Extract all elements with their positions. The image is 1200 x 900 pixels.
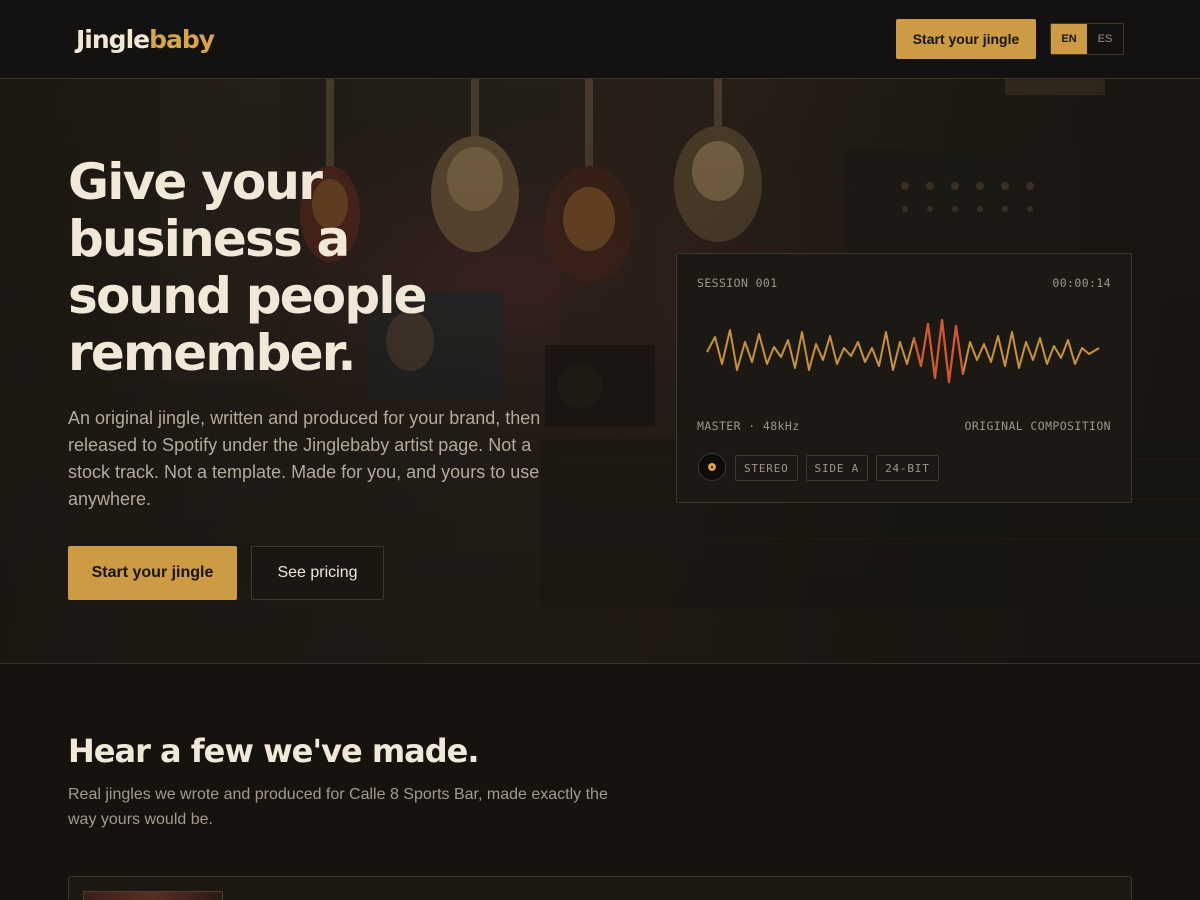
lang-es-button[interactable]: ES [1087,24,1123,54]
session-timecode: 00:00:14 [1052,276,1111,290]
see-pricing-button[interactable]: See pricing [251,546,384,600]
logo-part-1: Jingle [76,25,150,54]
tag-side-a: SIDE A [805,455,869,481]
waveform-graphic [706,318,1100,384]
logo[interactable]: Jinglebaby [76,24,215,56]
composition-label: ORIGINAL COMPOSITION [964,419,1111,433]
waveform-line [706,319,1100,383]
format-tags: STEREO SIDE A 24-BIT [735,455,939,481]
jingle-player-card [68,876,1132,900]
hero-title: Give your business a sound people rememb… [68,153,428,382]
master-format: MASTER · 48kHz [697,419,800,433]
examples-subtitle: Real jingles we wrote and produced for C… [68,786,608,828]
session-card: SESSION 001 00:00:14 MASTER · 48kHz ORIG… [676,253,1132,503]
start-jingle-button[interactable]: Start your jingle [68,546,237,600]
lang-en-button[interactable]: EN [1051,24,1087,54]
language-switcher: EN ES [1050,23,1124,55]
tag-stereo: STEREO [735,455,798,481]
examples-heading: Hear a few we've made. [68,732,480,770]
logo-part-2: baby [149,25,215,54]
tag-bit-depth: 24-BIT [876,455,939,481]
hero-subtitle: An original jingle, written and produced… [68,408,541,509]
hero-section: Give your business a sound people rememb… [0,79,1200,664]
nav-start-jingle-button[interactable]: Start your jingle [896,19,1036,59]
top-nav: Jinglebaby Start your jingle EN ES [0,0,1200,79]
jingle-thumbnail [83,891,223,900]
session-label: SESSION 001 [697,276,778,290]
waveform-highlight [912,318,965,384]
vinyl-record-icon [698,453,726,481]
